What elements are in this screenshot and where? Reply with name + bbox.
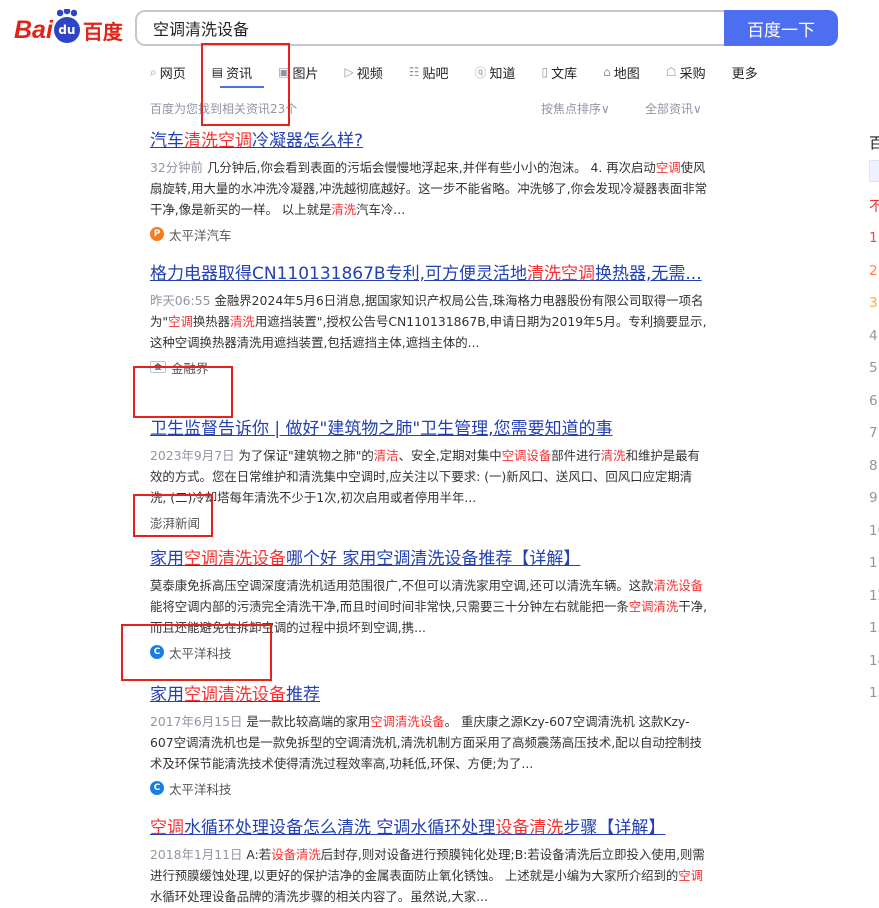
result-time: 32分钟前 — [150, 160, 203, 175]
scope-filter[interactable]: 全部资讯∨ — [645, 100, 702, 117]
hot-search-rank[interactable]: 5 — [869, 352, 879, 385]
tab-tieba[interactable]: ☷ 贴吧 — [409, 62, 449, 82]
video-icon: ▷ — [344, 65, 354, 79]
chevron-down-icon: ∨ — [693, 102, 702, 116]
result-source[interactable]: 金金融界 — [150, 358, 710, 376]
search-button[interactable]: 百度一下 — [724, 10, 838, 46]
result-source[interactable]: 澎湃新闻 — [150, 513, 710, 531]
pconline-auto-icon: P — [150, 227, 164, 241]
result-source[interactable]: C 太平洋科技 — [150, 779, 710, 797]
result-item: 家用空调清洗设备哪个好 家用空调清洗设备推荐【详解】 莫泰康免拆高压空调深度清洗… — [150, 547, 710, 661]
hot-search-rank[interactable]: 7 — [869, 417, 879, 450]
result-snippet: 莫泰康免拆高压空调深度清洗机适用范围很广,不但可以清洗家用空调,还可以清洗车辆。… — [150, 578, 708, 635]
tab-news[interactable]: ▤ 资讯 — [212, 62, 252, 82]
result-snippet: 2017年6月15日 是一款比较高端的家用空调清洗设备。 重庆康之源Kzy-607… — [150, 714, 702, 771]
pconline-tech-icon: C — [150, 781, 164, 795]
result-time: 2018年1月11日 — [150, 847, 243, 862]
result-snippet: 2023年9月7日 为了保证"建筑物之肺"的清洁、安全,定期对集中空调设备部件进行… — [150, 448, 700, 505]
hot-search-rank[interactable]: 13 — [869, 612, 879, 645]
hot-search-rank[interactable]: 8 — [869, 450, 879, 483]
hot-search-rank[interactable]: 11 — [869, 547, 879, 580]
hot-search-rank[interactable]: 6 — [869, 385, 879, 418]
result-item: 家用空调清洗设备推荐 2017年6月15日 是一款比较高端的家用空调清洗设备。 重… — [150, 683, 710, 797]
news-icon: ▤ — [211, 65, 224, 79]
jrj-icon: 金 — [150, 361, 166, 373]
hot-search-column: 百 不 123456789101112131415 — [869, 132, 879, 710]
hot-search-rank[interactable]: 9 — [869, 482, 879, 515]
result-snippet: 昨天06:55 金融界2024年5月6日消息,据国家知识产权局公告,珠海格力电器股… — [150, 293, 707, 350]
hot-search-title: 百 — [869, 134, 879, 152]
logo-bai: Bai — [14, 15, 53, 44]
tab-more[interactable]: 更多 — [732, 62, 758, 82]
result-snippet: 32分钟前 几分钟后,你会看到表面的污垢会慢慢地浮起来,并伴有些小小的泡沫。 4.… — [150, 160, 708, 217]
tab-images[interactable]: ▣ 图片 — [278, 62, 318, 82]
hot-search-rank[interactable]: 4 — [869, 320, 879, 353]
result-count: 百度为您找到相关资讯23个 — [150, 102, 298, 116]
result-title-link[interactable]: 格力电器取得CN110131867B专利,可方便灵活地清洗空调换热器,无需... — [150, 262, 710, 286]
paw-icon: du — [53, 9, 80, 43]
result-source[interactable]: P 太平洋汽车 — [150, 225, 710, 243]
hot-search-rank[interactable]: 2 — [869, 255, 879, 288]
hot-search-list: 123456789101112131415 — [869, 222, 879, 710]
hot-search-rank[interactable]: 3 — [869, 287, 879, 320]
hot-search-badge — [869, 160, 879, 182]
search-box[interactable] — [135, 10, 724, 46]
map-icon: ⌂ — [603, 65, 611, 79]
result-title-link[interactable]: 空调水循环处理设备怎么清洗 空调水循环处理设备清洗步骤【详解】 — [150, 816, 710, 840]
cart-icon: ☖ — [665, 65, 677, 79]
sort-filter[interactable]: 按焦点排序∨ — [541, 100, 610, 117]
result-time: 2017年6月15日 — [150, 714, 243, 729]
hot-search-rank[interactable]: 14 — [869, 645, 879, 678]
search-input[interactable] — [151, 17, 724, 39]
result-item: 格力电器取得CN110131867B专利,可方便灵活地清洗空调换热器,无需...… — [150, 262, 710, 376]
logo-cn: 百度 — [82, 19, 123, 44]
hot-search-rank[interactable]: 10 — [869, 515, 879, 548]
question-icon: ⓠ — [474, 65, 487, 80]
result-time: 昨天06:55 — [150, 293, 211, 308]
result-title-link[interactable]: 家用空调清洗设备推荐 — [150, 683, 710, 707]
result-snippet: 2018年1月11日 A:若设备清洗后封存,则对设备进行预膜钝化处理;B:若设备清… — [150, 847, 705, 904]
result-source[interactable]: C 太平洋科技 — [150, 643, 710, 661]
tab-zhidao[interactable]: ⓠ 知道 — [475, 62, 516, 82]
baidu-logo[interactable]: Bai du 百度 — [14, 9, 123, 48]
tieba-icon: ☷ — [408, 65, 420, 79]
result-title-link[interactable]: 家用空调清洗设备哪个好 家用空调清洗设备推荐【详解】 — [150, 547, 710, 571]
image-icon: ▣ — [278, 65, 290, 79]
search-icon: ⌕ — [150, 64, 157, 79]
result-time: 2023年9月7日 — [150, 448, 235, 463]
result-title-link[interactable]: 卫生监督告诉你 | 做好"建筑物之肺"卫生管理,您需要知道的事 — [150, 417, 710, 441]
result-title-link[interactable]: 汽车清洗空调冷凝器怎么样? — [150, 129, 710, 153]
tab-webpage[interactable]: ⌕ 网页 — [150, 62, 186, 82]
chevron-down-icon: ∨ — [601, 102, 610, 116]
pconline-tech-icon: C — [150, 645, 164, 659]
tab-video[interactable]: ▷ 视频 — [344, 62, 382, 82]
search-tabs: ⌕ 网页 ▤ 资讯 ▣ 图片 ▷ 视频 ☷ 贴吧 ⓠ 知道 ▯ 文库 ⌂ 地图 … — [150, 62, 784, 82]
tab-map[interactable]: ⌂ 地图 — [603, 62, 640, 82]
hot-search-tag: 不 — [869, 199, 879, 215]
active-tab-underline — [220, 86, 264, 88]
result-item: 汽车清洗空调冷凝器怎么样? 32分钟前 几分钟后,你会看到表面的污垢会慢慢地浮起来… — [150, 129, 710, 243]
hot-search-rank[interactable]: 15 — [869, 677, 879, 710]
tab-purchase[interactable]: ☖ 采购 — [666, 62, 706, 82]
result-item: 空调水循环处理设备怎么清洗 空调水循环处理设备清洗步骤【详解】 2018年1月1… — [150, 816, 710, 907]
hot-search-rank[interactable]: 12 — [869, 580, 879, 613]
result-item: 卫生监督告诉你 | 做好"建筑物之肺"卫生管理,您需要知道的事 2023年9月7… — [150, 417, 710, 531]
document-icon: ▯ — [541, 65, 549, 79]
hot-search-rank[interactable]: 1 — [869, 222, 879, 255]
tab-wenku[interactable]: ▯ 文库 — [542, 62, 578, 82]
